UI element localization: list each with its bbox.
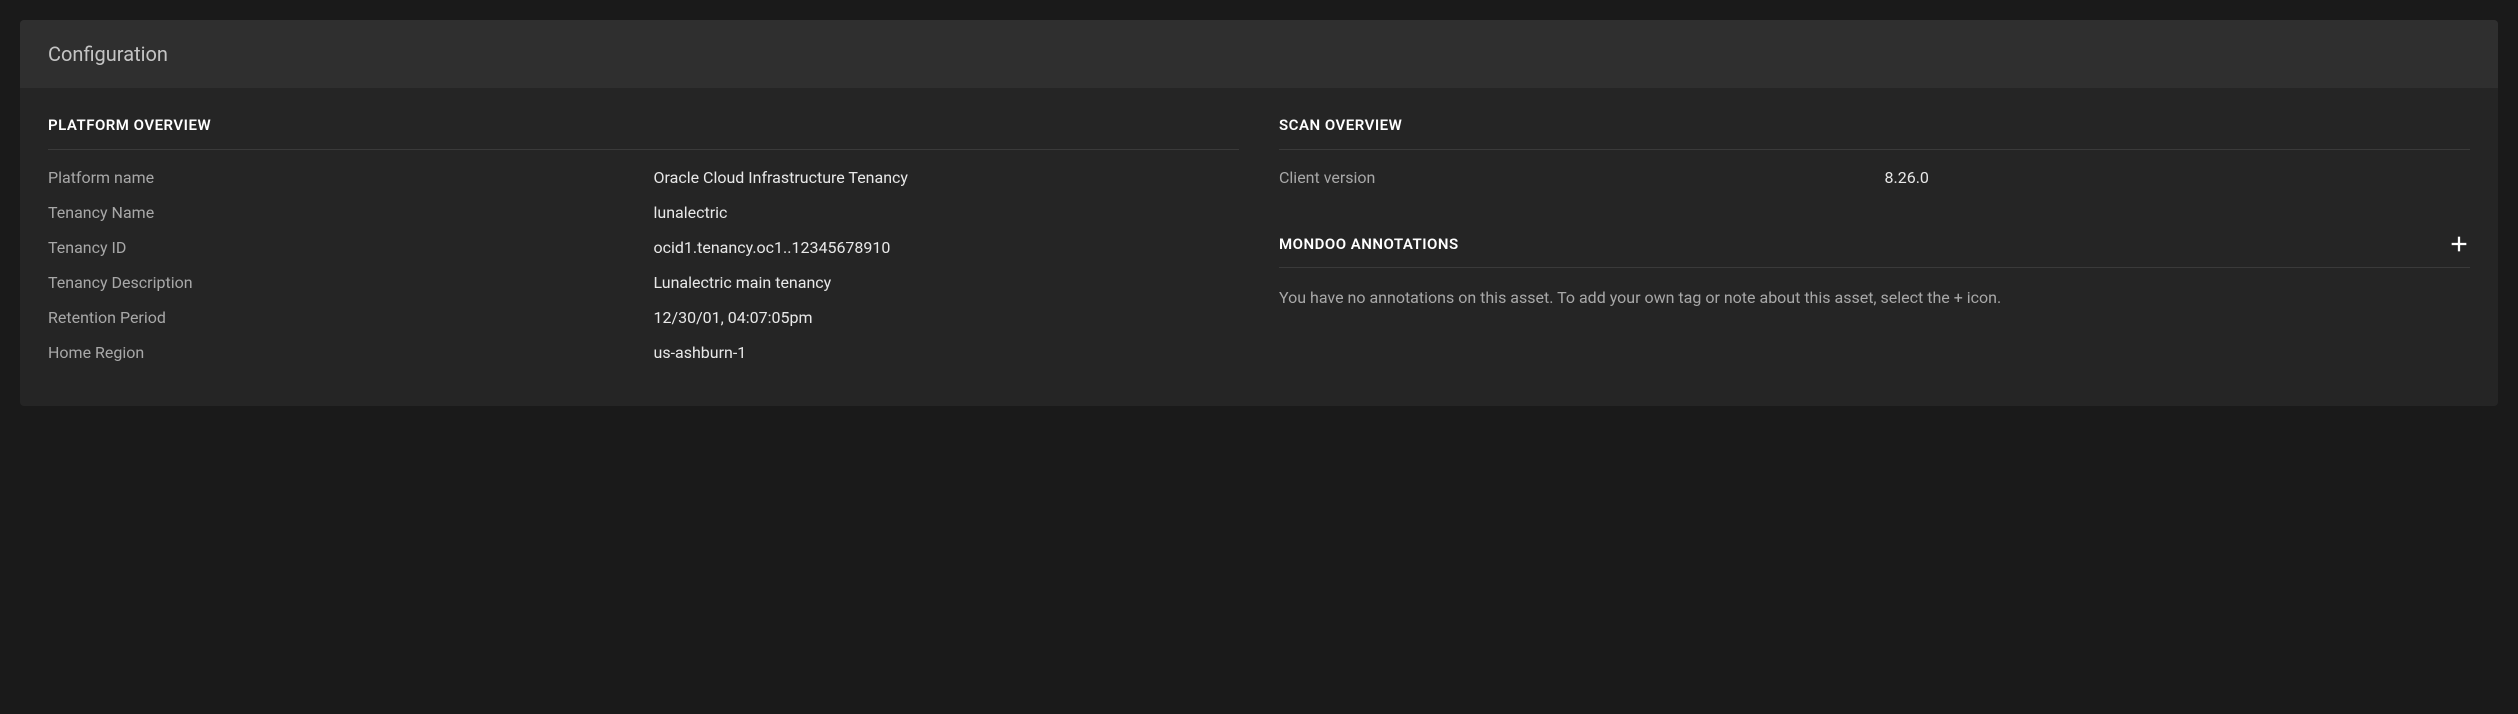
platform-row: Tenancy Description Lunalectric main ten…	[48, 273, 1239, 292]
platform-overview-title: PLATFORM OVERVIEW	[48, 116, 1239, 150]
platform-row: Tenancy Name lunalectric	[48, 203, 1239, 222]
card-body: PLATFORM OVERVIEW Platform name Oracle C…	[20, 88, 2498, 406]
platform-name-value: Oracle Cloud Infrastructure Tenancy	[654, 168, 1240, 187]
retention-period-value: 12/30/01, 04:07:05pm	[654, 308, 1240, 327]
tenancy-description-label: Tenancy Description	[48, 273, 634, 292]
client-version-value: 8.26.0	[1885, 168, 2471, 187]
platform-row: Platform name Oracle Cloud Infrastructur…	[48, 168, 1239, 187]
platform-row: Retention Period 12/30/01, 04:07:05pm	[48, 308, 1239, 327]
platform-name-label: Platform name	[48, 168, 634, 187]
annotations-empty-text: You have no annotations on this asset. T…	[1279, 286, 2470, 310]
tenancy-name-label: Tenancy Name	[48, 203, 634, 222]
tenancy-id-value: ocid1.tenancy.oc1..12345678910	[654, 238, 1240, 257]
platform-row: Home Region us-ashburn-1	[48, 343, 1239, 362]
retention-period-label: Retention Period	[48, 308, 634, 327]
add-annotation-button[interactable]	[2448, 233, 2470, 255]
configuration-card: Configuration PLATFORM OVERVIEW Platform…	[20, 20, 2498, 406]
home-region-value: us-ashburn-1	[654, 343, 1240, 362]
tenancy-name-value: lunalectric	[654, 203, 1240, 222]
platform-row: Tenancy ID ocid1.tenancy.oc1..1234567891…	[48, 238, 1239, 257]
tenancy-description-value: Lunalectric main tenancy	[654, 273, 1240, 292]
card-header: Configuration	[20, 20, 2498, 88]
tenancy-id-label: Tenancy ID	[48, 238, 634, 257]
client-version-label: Client version	[1279, 168, 1865, 187]
annotations-header: MONDOO ANNOTATIONS	[1279, 233, 2470, 268]
card-title: Configuration	[48, 42, 2470, 66]
scan-overview-title: SCAN OVERVIEW	[1279, 116, 2470, 150]
annotations-title: MONDOO ANNOTATIONS	[1279, 235, 1459, 253]
plus-icon	[2448, 233, 2470, 255]
scan-row: Client version 8.26.0	[1279, 168, 2470, 187]
right-column: SCAN OVERVIEW Client version 8.26.0 MOND…	[1279, 116, 2470, 378]
platform-overview-column: PLATFORM OVERVIEW Platform name Oracle C…	[48, 116, 1239, 378]
home-region-label: Home Region	[48, 343, 634, 362]
